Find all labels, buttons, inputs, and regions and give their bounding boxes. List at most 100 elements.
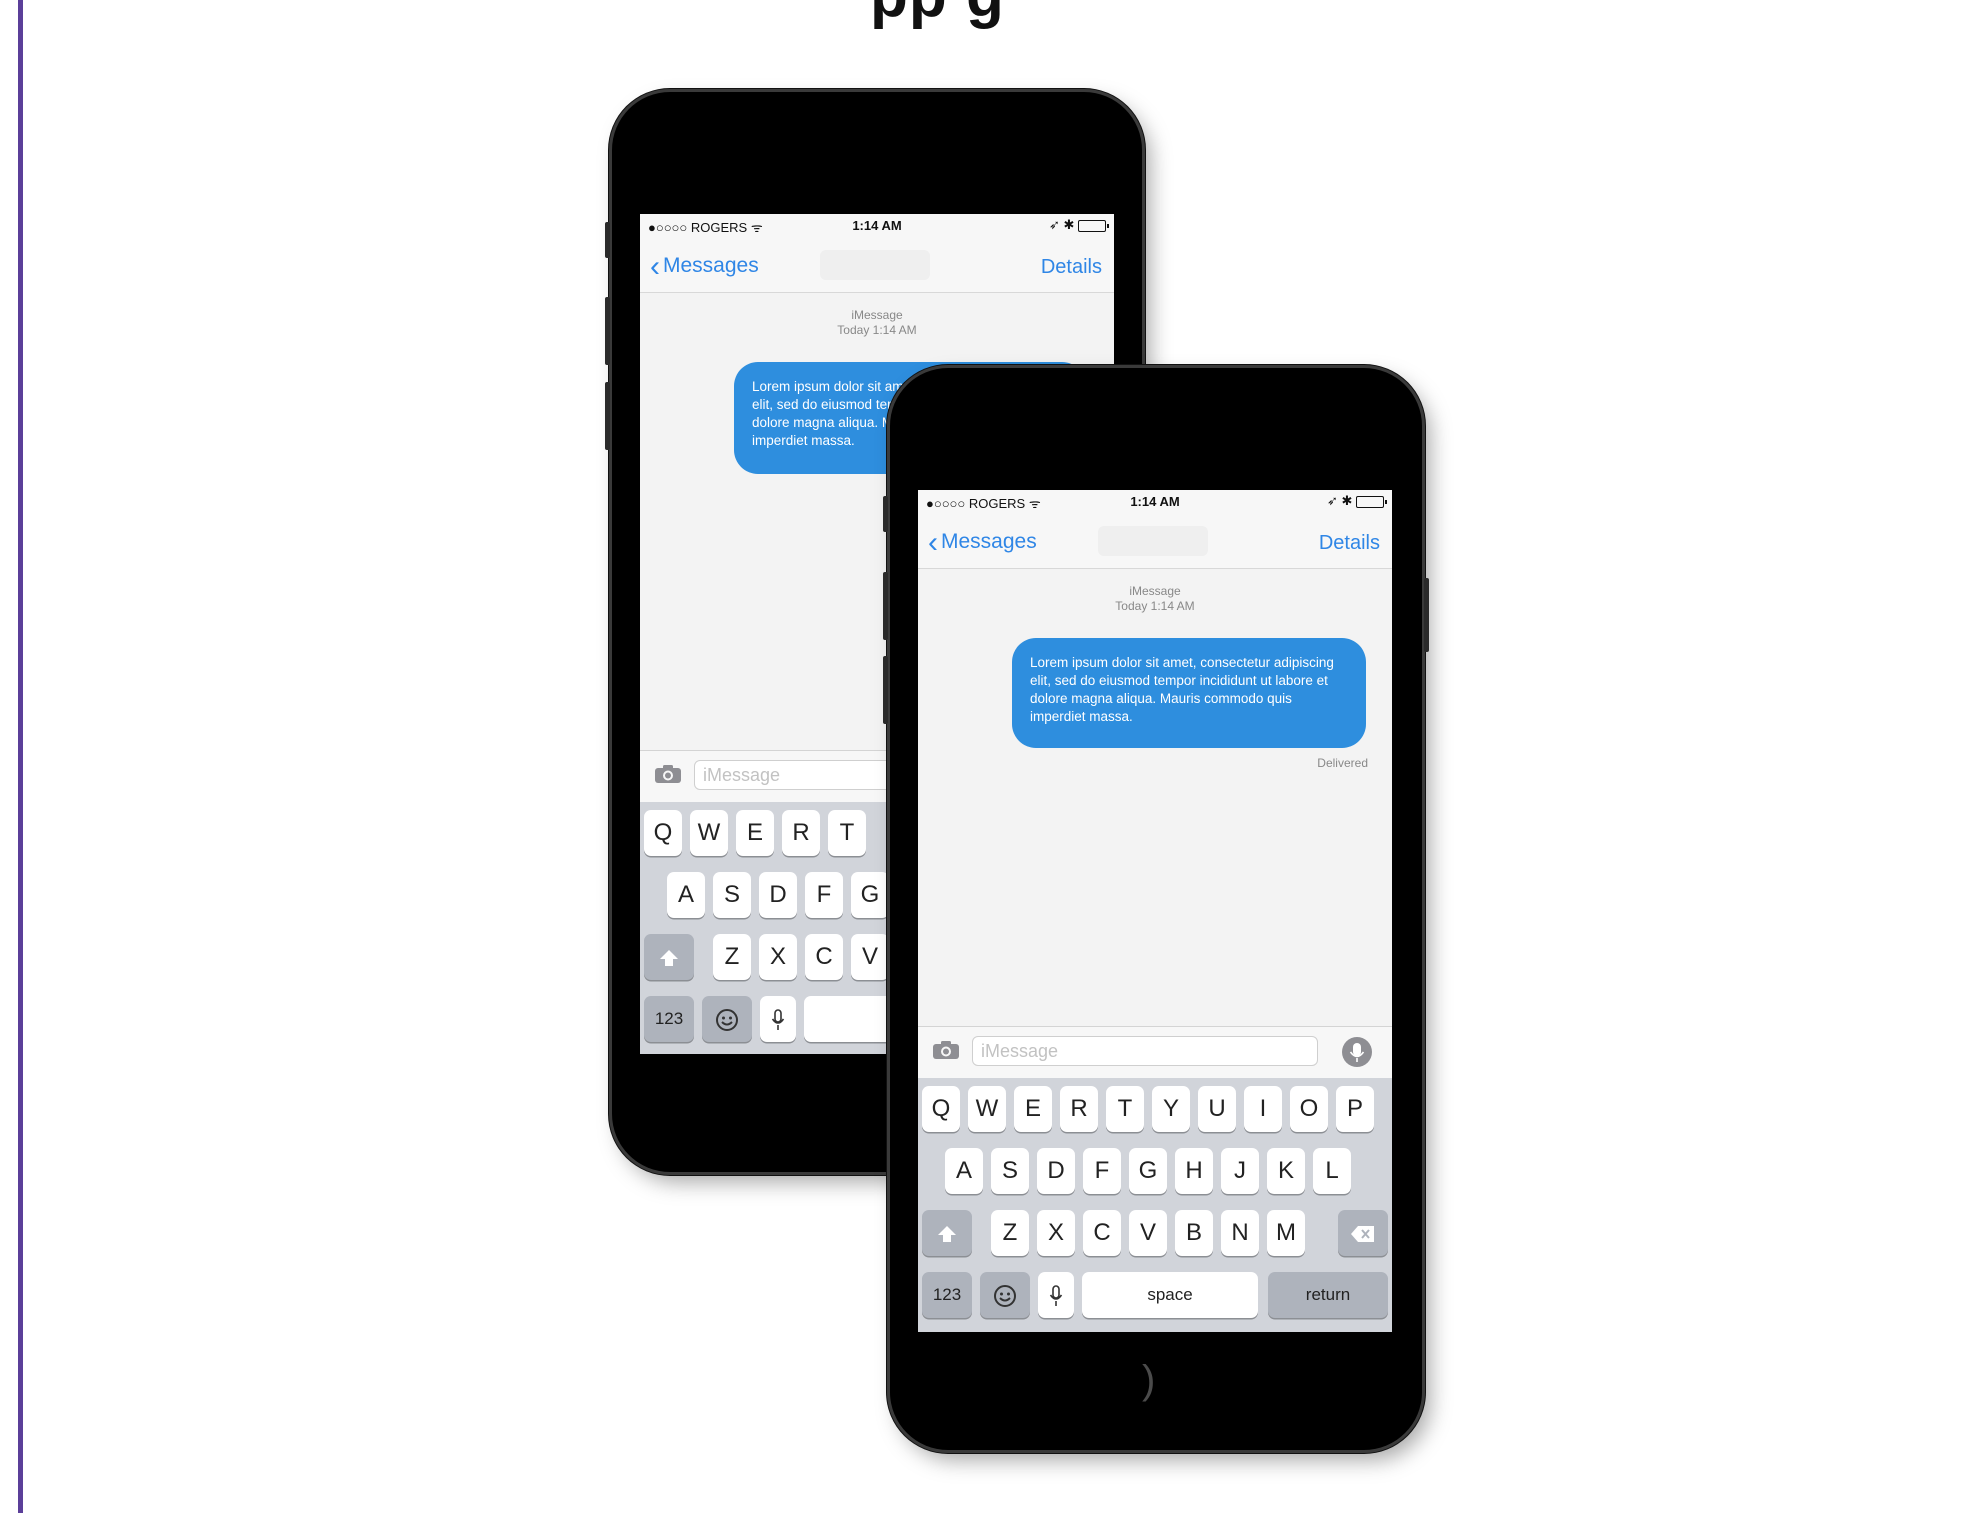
key-e[interactable]: E	[736, 810, 774, 856]
shift-key[interactable]	[922, 1210, 972, 1256]
battery-icon	[1356, 495, 1387, 508]
slide-title-fragment: pp g	[870, 0, 1005, 31]
volume-down-button	[605, 382, 610, 450]
key-x[interactable]: X	[1037, 1210, 1075, 1256]
key-f[interactable]: F	[805, 872, 843, 918]
nav-bar: ‹ Messages Details	[640, 238, 1114, 293]
left-accent-bar	[18, 0, 23, 1513]
front-phone: ●○○○○ ROGERS ᯤ 1:14 AM ➶ ✱ ‹ Messages Det…	[883, 368, 1429, 1450]
key-y[interactable]: Y	[1152, 1086, 1190, 1132]
dictation-key[interactable]	[760, 996, 796, 1042]
message-timestamp: Today 1:14 AM	[837, 323, 917, 337]
clock: 1:14 AM	[852, 218, 902, 233]
service-label: iMessage	[1129, 584, 1181, 598]
key-t[interactable]: T	[828, 810, 866, 856]
dictation-key[interactable]	[1038, 1272, 1074, 1318]
key-e[interactable]: E	[1014, 1086, 1052, 1132]
volume-up-button	[883, 572, 888, 640]
key-v[interactable]: V	[851, 934, 889, 980]
nav-bar: ‹ Messages Details	[918, 514, 1392, 569]
microphone-icon	[1349, 1043, 1365, 1062]
key-m[interactable]: M	[1267, 1210, 1305, 1256]
camera-icon[interactable]	[932, 1040, 960, 1060]
microphone-icon	[771, 1008, 785, 1030]
key-i[interactable]: I	[1244, 1086, 1282, 1132]
numbers-key[interactable]: 123	[644, 996, 694, 1042]
back-button[interactable]: ‹ Messages	[928, 526, 1037, 559]
keyboard: Q W E R T Y U I O P A S D F G H J K L Z …	[918, 1078, 1392, 1332]
key-a[interactable]: A	[945, 1148, 983, 1194]
details-button[interactable]: Details	[1041, 256, 1102, 279]
key-r[interactable]: R	[782, 810, 820, 856]
backspace-icon	[1351, 1225, 1374, 1242]
status-icons: ➶ ✱	[1049, 217, 1109, 233]
key-d[interactable]: D	[1037, 1148, 1075, 1194]
key-q[interactable]: Q	[922, 1086, 960, 1132]
details-button[interactable]: Details	[1319, 532, 1380, 555]
shift-arrow-icon	[660, 949, 678, 966]
key-r[interactable]: R	[1060, 1086, 1098, 1132]
chevron-left-icon: ‹	[928, 526, 938, 559]
home-button-glyph[interactable]: )	[1142, 1358, 1155, 1403]
key-o[interactable]: O	[1290, 1086, 1328, 1132]
key-j[interactable]: J	[1221, 1148, 1259, 1194]
key-l[interactable]: L	[1313, 1148, 1351, 1194]
camera-icon[interactable]	[654, 764, 682, 784]
emoji-key[interactable]	[980, 1272, 1030, 1318]
message-meta: iMessage Today 1:14 AM	[918, 584, 1392, 614]
status-bar: ●○○○○ ROGERS ᯤ 1:14 AM ➶ ✱	[918, 490, 1392, 514]
key-d[interactable]: D	[759, 872, 797, 918]
power-button	[1424, 578, 1429, 652]
key-n[interactable]: N	[1221, 1210, 1259, 1256]
volume-up-button	[605, 297, 610, 365]
message-timestamp: Today 1:14 AM	[1115, 599, 1195, 613]
emoji-key[interactable]	[702, 996, 752, 1042]
key-p[interactable]: P	[1336, 1086, 1374, 1132]
key-s[interactable]: S	[991, 1148, 1029, 1194]
key-c[interactable]: C	[805, 934, 843, 980]
key-v[interactable]: V	[1129, 1210, 1167, 1256]
status-icons: ➶ ✱	[1327, 493, 1387, 509]
key-w[interactable]: W	[968, 1086, 1006, 1132]
microphone-icon	[1049, 1284, 1063, 1306]
key-c[interactable]: C	[1083, 1210, 1121, 1256]
input-bar: iMessage	[918, 1026, 1392, 1079]
key-z[interactable]: Z	[991, 1210, 1029, 1256]
message-input[interactable]: iMessage	[972, 1036, 1318, 1066]
key-t[interactable]: T	[1106, 1086, 1144, 1132]
key-g[interactable]: G	[851, 872, 889, 918]
smiley-icon	[994, 1284, 1016, 1307]
clock: 1:14 AM	[1130, 494, 1180, 509]
volume-down-button	[883, 656, 888, 724]
battery-icon	[1078, 219, 1109, 232]
shift-key[interactable]	[644, 934, 694, 980]
delivered-status: Delivered	[1317, 756, 1368, 770]
mute-switch	[883, 496, 888, 532]
shift-arrow-icon	[938, 1225, 956, 1242]
key-q[interactable]: Q	[644, 810, 682, 856]
key-x[interactable]: X	[759, 934, 797, 980]
key-z[interactable]: Z	[713, 934, 751, 980]
contact-name-redacted[interactable]	[820, 250, 930, 280]
key-s[interactable]: S	[713, 872, 751, 918]
key-a[interactable]: A	[667, 872, 705, 918]
key-k[interactable]: K	[1267, 1148, 1305, 1194]
contact-name-redacted[interactable]	[1098, 526, 1208, 556]
smiley-icon	[716, 1008, 738, 1031]
back-button[interactable]: ‹ Messages	[650, 250, 759, 283]
service-label: iMessage	[851, 308, 903, 322]
dictation-button[interactable]	[1342, 1037, 1372, 1067]
space-key[interactable]: space	[1082, 1272, 1258, 1318]
mute-switch	[605, 222, 610, 258]
key-w[interactable]: W	[690, 810, 728, 856]
key-u[interactable]: U	[1198, 1086, 1236, 1132]
return-key[interactable]: return	[1268, 1272, 1388, 1318]
backspace-key[interactable]	[1338, 1210, 1388, 1256]
chevron-left-icon: ‹	[650, 250, 660, 283]
numbers-key[interactable]: 123	[922, 1272, 972, 1318]
key-g[interactable]: G	[1129, 1148, 1167, 1194]
key-b[interactable]: B	[1175, 1210, 1213, 1256]
key-h[interactable]: H	[1175, 1148, 1213, 1194]
message-bubble[interactable]: Lorem ipsum dolor sit amet, consectetur …	[1012, 638, 1366, 748]
key-f[interactable]: F	[1083, 1148, 1121, 1194]
